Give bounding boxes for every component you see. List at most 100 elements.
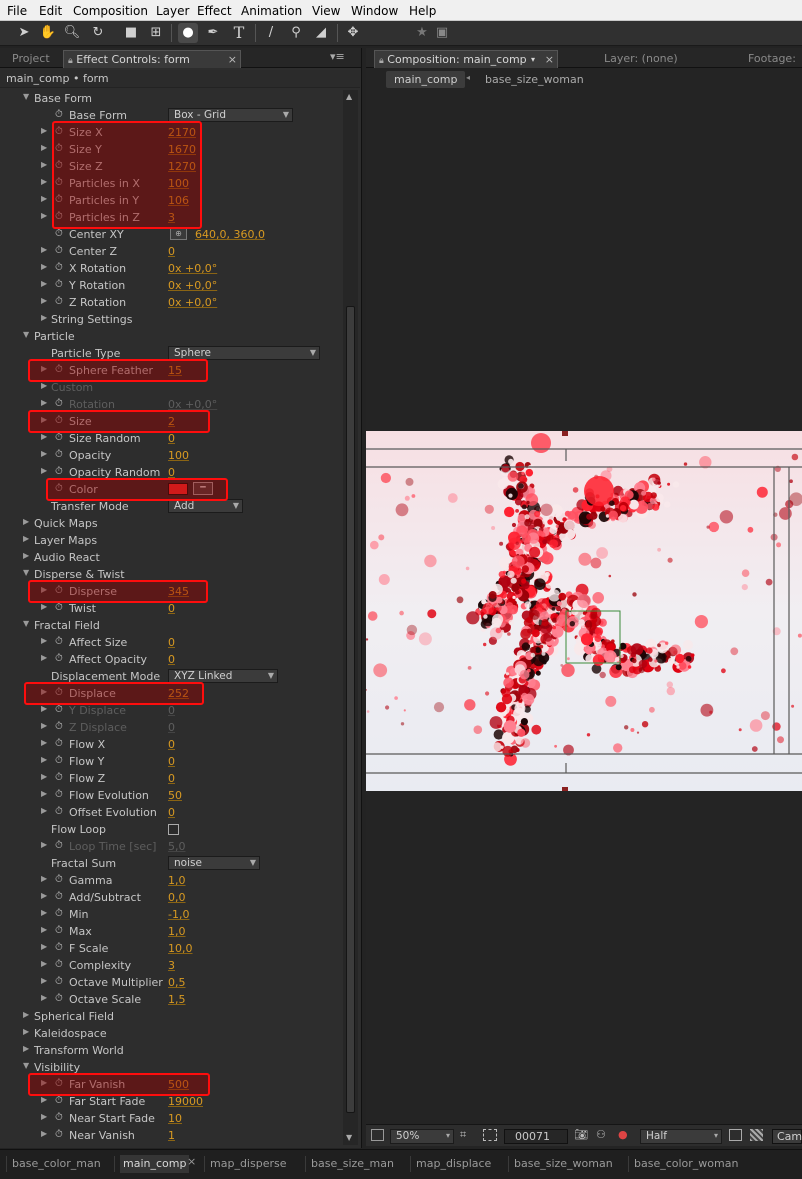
stopwatch-icon[interactable]: ⏱: [55, 806, 63, 817]
property-affect-size[interactable]: ▶ ⏱ Affect Size 0: [0, 634, 342, 651]
tab-layer[interactable]: Layer: (none): [604, 50, 678, 68]
rotation-tool-icon[interactable]: ↻: [88, 23, 108, 43]
expand-down-icon[interactable]: ▼: [23, 330, 29, 339]
property-value[interactable]: -1,0: [168, 908, 189, 921]
expand-right-icon[interactable]: ▶: [41, 211, 47, 220]
stopwatch-icon[interactable]: ⏱: [55, 296, 63, 307]
safe-zones-icon[interactable]: ⌗: [460, 1128, 466, 1142]
stopwatch-icon[interactable]: ⏱: [55, 993, 63, 1004]
expand-right-icon[interactable]: ▶: [41, 245, 47, 254]
property-value[interactable]: 19000: [168, 1095, 203, 1108]
timeline-tab-base-color-man[interactable]: base_color_man: [12, 1155, 101, 1173]
property-near-vanish[interactable]: ▶ ⏱ Near Vanish 1: [0, 1127, 342, 1144]
group-base-form[interactable]: ▼ Base Form: [0, 90, 342, 107]
stopwatch-icon[interactable]: ⏱: [55, 432, 63, 443]
lock-icon[interactable]: 🔒︎: [68, 56, 73, 66]
stopwatch-icon[interactable]: ⏱: [55, 636, 63, 647]
region-of-interest-icon[interactable]: [483, 1129, 497, 1141]
property-gamma[interactable]: ▶ ⏱ Gamma 1,0: [0, 872, 342, 889]
expand-right-icon[interactable]: ▶: [23, 1010, 29, 1019]
zoom-tool-icon[interactable]: 🔍︎: [62, 23, 82, 43]
transparency-grid-icon[interactable]: [750, 1129, 763, 1141]
property-value[interactable]: 1,5: [168, 993, 186, 1006]
stopwatch-icon[interactable]: ⏱: [55, 874, 63, 885]
group-particle[interactable]: ▼ Particle: [0, 328, 342, 345]
stopwatch-icon[interactable]: ⏱: [55, 738, 63, 749]
property-value[interactable]: 0x +0,0°: [168, 296, 217, 309]
property-value[interactable]: 0x +0,0°: [168, 279, 217, 292]
stopwatch-icon[interactable]: ⏱: [55, 245, 63, 256]
expand-right-icon[interactable]: ▶: [23, 551, 29, 560]
expand-right-icon[interactable]: ▶: [23, 517, 29, 526]
snapshot-camera-icon[interactable]: 📷︎: [574, 1128, 588, 1141]
property-opacity[interactable]: ▶ ⏱ Opacity 100: [0, 447, 342, 464]
property-value[interactable]: 0,5: [168, 976, 186, 989]
expand-right-icon[interactable]: ▶: [41, 874, 47, 883]
property-value[interactable]: 0: [168, 653, 175, 666]
property-z-displace[interactable]: ▶ ⏱ Z Displace 0: [0, 719, 342, 736]
snapshot-icon[interactable]: ▣: [432, 23, 452, 43]
stopwatch-icon[interactable]: ⏱: [55, 840, 63, 851]
expand-right-icon[interactable]: ▶: [41, 789, 47, 798]
comp-crumb-main[interactable]: main_comp: [386, 71, 466, 88]
group-kaleidospace[interactable]: ▶ Kaleidospace: [0, 1025, 342, 1042]
expand-right-icon[interactable]: ▶: [41, 891, 47, 900]
eraser-tool-icon[interactable]: ◢: [311, 23, 331, 43]
menu-effect[interactable]: Effect: [197, 4, 232, 18]
type-tool-icon[interactable]: T: [229, 23, 249, 43]
close-icon[interactable]: ×: [228, 51, 237, 69]
selection-tool-icon[interactable]: ➤: [14, 23, 34, 43]
group-transform-world[interactable]: ▶ Transform World: [0, 1042, 342, 1059]
expand-right-icon[interactable]: ▶: [41, 262, 47, 271]
tab-project[interactable]: Project: [12, 50, 50, 68]
property-x-rotation[interactable]: ▶ ⏱ X Rotation 0x +0,0°: [0, 260, 342, 277]
property-value[interactable]: 0x +0,0°: [168, 262, 217, 275]
zoom-select[interactable]: 50% ▾: [390, 1129, 454, 1144]
expand-right-icon[interactable]: ▶: [41, 126, 47, 135]
expand-right-icon[interactable]: ▶: [41, 296, 47, 305]
property-center-z[interactable]: ▶ ⏱ Center Z 0: [0, 243, 342, 260]
property-value[interactable]: 100: [168, 449, 189, 462]
expand-right-icon[interactable]: ▶: [41, 738, 47, 747]
stopwatch-icon[interactable]: ⏱: [55, 772, 63, 783]
group-spherical-field[interactable]: ▶ Spherical Field: [0, 1008, 342, 1025]
star-icon[interactable]: ★: [412, 23, 432, 43]
property-value[interactable]: 10,0: [168, 942, 193, 955]
property-affect-opacity[interactable]: ▶ ⏱ Affect Opacity 0: [0, 651, 342, 668]
property-z-rotation[interactable]: ▶ ⏱ Z Rotation 0x +0,0°: [0, 294, 342, 311]
brush-tool-icon[interactable]: /: [261, 23, 281, 43]
channel-icon[interactable]: ●: [618, 1128, 628, 1141]
show-snapshot-icon[interactable]: ⚇: [596, 1128, 606, 1141]
timeline-tab-base-color-woman[interactable]: base_color_woman: [634, 1155, 738, 1173]
expand-right-icon[interactable]: ▶: [41, 313, 47, 322]
expand-right-icon[interactable]: ▶: [41, 1129, 47, 1138]
property-offset-evolution[interactable]: ▶ ⏱ Offset Evolution 0: [0, 804, 342, 821]
clone-stamp-tool-icon[interactable]: ⚲: [286, 23, 306, 43]
crosshair-icon[interactable]: ⊕: [170, 228, 187, 240]
stopwatch-icon[interactable]: ⏱: [55, 925, 63, 936]
ellipse-tool-icon[interactable]: ●: [178, 23, 198, 43]
property-flow-y[interactable]: ▶ ⏱ Flow Y 0: [0, 753, 342, 770]
property-value[interactable]: 0: [168, 602, 175, 615]
comp-crumb-layer[interactable]: base_size_woman: [485, 71, 584, 88]
menu-edit[interactable]: Edit: [39, 4, 62, 18]
expand-right-icon[interactable]: ▶: [23, 1027, 29, 1036]
stopwatch-icon[interactable]: ⏱: [55, 942, 63, 953]
tab-footage[interactable]: Footage:: [748, 50, 796, 68]
stopwatch-icon[interactable]: ⏱: [55, 653, 63, 664]
stopwatch-icon[interactable]: ⏱: [55, 704, 63, 715]
resolution-select[interactable]: Half ▾: [640, 1129, 722, 1144]
property-value[interactable]: 0: [168, 636, 175, 649]
property-value[interactable]: 0: [168, 738, 175, 751]
property-octave-scale[interactable]: ▶ ⏱ Octave Scale 1,5: [0, 991, 342, 1008]
property-loop-time-sec[interactable]: ▶ ⏱ Loop Time [sec] 5,0: [0, 838, 342, 855]
dropdown-transfer-mode[interactable]: Add ▼: [168, 499, 243, 513]
menu-animation[interactable]: Animation: [241, 4, 302, 18]
menu-view[interactable]: View: [312, 4, 340, 18]
comp-lock-icon[interactable]: 🔒︎: [379, 56, 384, 66]
expand-right-icon[interactable]: ▶: [41, 1095, 47, 1104]
stopwatch-icon[interactable]: ⏱: [55, 721, 63, 732]
timeline-tab-main-comp[interactable]: main_comp: [120, 1155, 190, 1173]
timeline-tab-base-size-woman[interactable]: base_size_woman: [514, 1155, 613, 1173]
tab-composition[interactable]: 🔒︎ Composition: main_comp ▾ ×: [374, 50, 558, 68]
